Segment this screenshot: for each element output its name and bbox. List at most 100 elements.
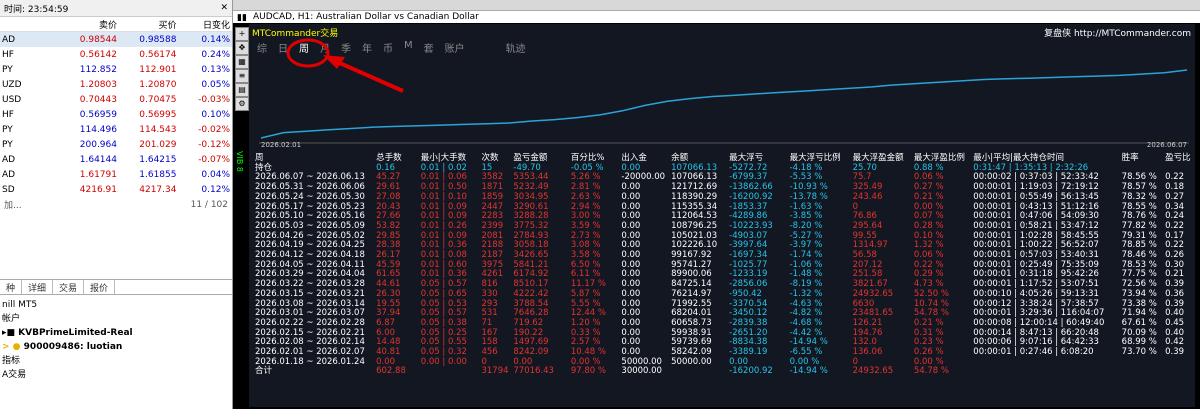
symbol-cell: UZD (2, 79, 22, 90)
cell (1163, 358, 1195, 368)
symbol-cell: PY (2, 64, 13, 75)
symbol-cell: HF (2, 109, 14, 120)
header-change[interactable]: 日变化 (176, 18, 232, 31)
bid-cell: 1.20803 (79, 79, 117, 90)
market-watch-row[interactable]: PY 200.964 201.029 -0.12% (0, 137, 232, 152)
total-row[interactable]: 合计 602.88 31794 77016.43 97.80 % 30000.00 -162… (253, 367, 1195, 377)
arrow-shaft (334, 59, 404, 93)
grid-icon[interactable]: ▤ (235, 83, 249, 97)
ask-cell: 114.543 (139, 124, 177, 135)
nav-server-label: KVBPrimeLimited-Real (18, 328, 133, 338)
nav-accounts[interactable]: 帐户 (0, 312, 232, 326)
nav-experts[interactable]: A交易 (0, 368, 232, 382)
cell (971, 358, 1119, 368)
crosshair-icon[interactable]: + (235, 27, 249, 41)
cell: 97.80 % (570, 366, 606, 377)
red-arrow-annotation (286, 38, 404, 93)
cell: -14.94 % (789, 366, 828, 377)
cell: 243.46 (852, 191, 883, 202)
tab-ticks[interactable]: 报价 (84, 280, 116, 294)
market-watch-footer: 加... 11 / 102 (0, 197, 232, 212)
change-cell: -0.03% (198, 94, 230, 105)
change-cell: 0.13% (201, 64, 230, 75)
symbol-cell: AD (2, 34, 16, 45)
tab-symbols[interactable]: 种 (0, 280, 23, 294)
symbol-cell: USD (2, 94, 22, 105)
symbol-cell: PY (2, 139, 13, 150)
symbol-cell: PY (2, 124, 13, 135)
cell (1120, 367, 1163, 377)
chart-icon: ▮▮ (237, 13, 247, 23)
market-watch-tabs: 种 详细 交易 报价 (0, 279, 232, 295)
cell: 24932.65 (852, 366, 894, 377)
bid-cell: 0.70443 (79, 94, 117, 105)
market-watch-row[interactable]: SD 4216.91 4217.34 0.12% (0, 182, 232, 197)
market-watch-row[interactable]: AD 0.98544 0.98588 0.14% (0, 32, 232, 47)
change-cell: 0.12% (201, 184, 230, 195)
header-bid[interactable]: 卖价 (63, 18, 117, 31)
cell: 胜率 (1121, 153, 1139, 163)
market-watch-row[interactable]: HF 0.56142 0.56174 0.24% (0, 47, 232, 62)
nav-indicators[interactable]: 指标 (0, 354, 232, 368)
move-icon[interactable]: ✥ (235, 41, 249, 55)
cell: 50000.00 (671, 356, 712, 367)
cell (419, 367, 480, 377)
symbol-cell: SD (2, 184, 15, 195)
nav-platform[interactable]: nill MT5 (0, 298, 232, 312)
chart-title-bar: ▮▮ AUDCAD, H1: Australian Dollar vs Cana… (233, 11, 1200, 23)
change-cell: 0.05% (201, 79, 230, 90)
list-icon[interactable]: ≡ (235, 69, 249, 83)
cell: 00:00:01 | 0:27:46 | 6:08:20 (973, 347, 1094, 358)
change-cell: -0.07% (198, 154, 230, 165)
calendar-icon[interactable]: ▦ (235, 55, 249, 69)
cell: -16200.92 (729, 366, 773, 377)
ask-cell: 0.56174 (139, 49, 177, 60)
highlight-circle (286, 38, 330, 68)
symbol-cell: AD (2, 154, 16, 165)
user-icon: > ● (2, 342, 24, 352)
weekly-stats-table: 周总手数 最小|大手数 次数 盈亏金额 百分比% 出入金 余额 最大浮亏 最大浮亏比例 最大浮盈金… (253, 153, 1195, 377)
cell: 30000.00 (621, 366, 662, 377)
chart-title: AUDCAD, H1: Australian Dollar vs Canadia… (253, 12, 479, 22)
close-icon[interactable]: ✕ (220, 3, 228, 13)
ask-cell: 0.70475 (139, 94, 177, 105)
market-watch-row[interactable]: UZD 1.20803 1.20870 0.05% (0, 77, 232, 92)
bid-cell: 0.56959 (79, 109, 117, 120)
cell: 73.70 % (1121, 347, 1157, 358)
ask-cell: 0.56995 (139, 109, 177, 120)
bid-cell: 0.98544 (79, 34, 117, 45)
tab-trading[interactable]: 交易 (53, 280, 85, 294)
market-watch-header: 卖价 买价 日变化 (0, 17, 232, 32)
ask-cell: 1.64215 (139, 154, 177, 165)
market-watch-row[interactable]: PY 114.496 114.543 -0.02% (0, 122, 232, 137)
navigator-tree: nill MT5 帐户 ▸■ KVBPrimeLimited-Real > ● … (0, 298, 232, 382)
market-watch-row[interactable]: PY 112.852 112.901 0.13% (0, 62, 232, 77)
nav-account[interactable]: > ● 900009486: luotian (0, 340, 232, 354)
add-symbol-link[interactable]: 加... (4, 198, 22, 211)
cell: 31794 (481, 366, 509, 377)
ask-cell: 1.20870 (139, 79, 177, 90)
tab-details[interactable]: 详细 (22, 280, 54, 294)
bid-cell: 0.56142 (79, 49, 117, 60)
bid-cell: 1.64144 (79, 154, 117, 165)
market-watch-time: 时间: 23:54:59 (4, 4, 69, 15)
market-watch-row[interactable]: AD 1.64144 1.64215 -0.07% (0, 152, 232, 167)
market-watch-row[interactable]: HF 0.56959 0.56995 0.10% (0, 107, 232, 122)
date-end-label: 2026.06.07 (1146, 141, 1187, 149)
cell: 0.00 | 0.00 (420, 356, 467, 367)
cell: 54.78 % (913, 366, 949, 377)
ask-cell: 201.029 (139, 139, 177, 150)
market-watch-panel: 时间: 23:54:59 ✕ 卖价 买价 日变化 AD 0.98544 0.9858… (0, 0, 233, 409)
cell: 77016.43 (513, 366, 554, 377)
header-ask[interactable]: 买价 (117, 18, 176, 31)
ask-cell: 0.98588 (139, 34, 177, 45)
settings-icon[interactable]: ⚙ (235, 97, 249, 111)
cell: 0.39 (1165, 347, 1185, 358)
bid-cell: 200.964 (79, 139, 117, 150)
server-icon: ▸■ (2, 328, 19, 338)
ask-cell: 1.61855 (139, 169, 177, 180)
market-watch-row[interactable]: USD 0.70443 0.70475 -0.03% (0, 92, 232, 107)
symbol-count: 11 / 102 (190, 199, 228, 210)
nav-server[interactable]: ▸■ KVBPrimeLimited-Real (0, 326, 232, 340)
market-watch-row[interactable]: AD 1.61791 1.61855 0.04% (0, 167, 232, 182)
